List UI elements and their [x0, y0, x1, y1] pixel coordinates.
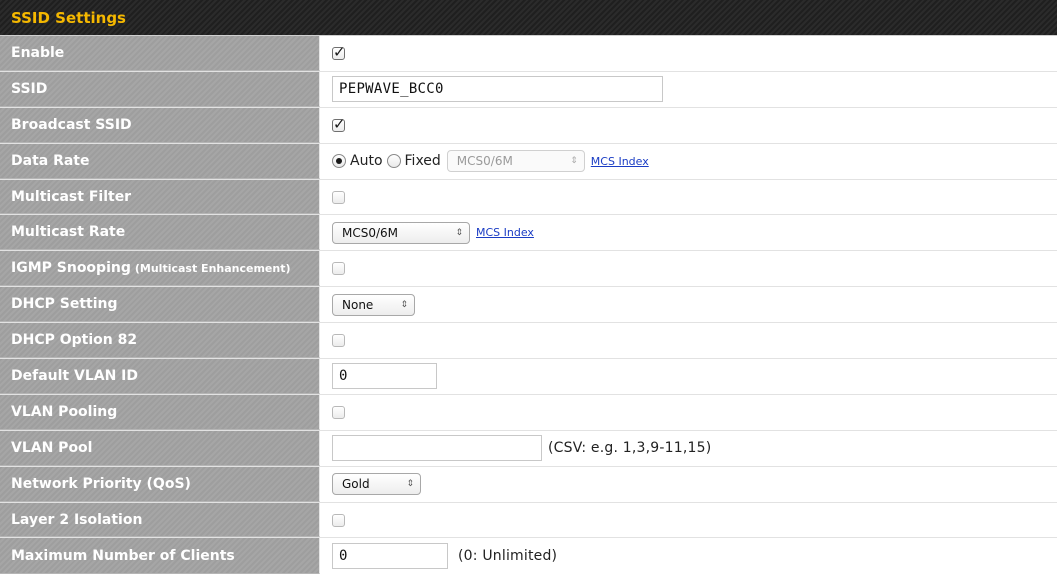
multicast-rate-select-value: MCS0/6M: [342, 225, 399, 240]
data-rate-auto-label[interactable]: Auto: [350, 153, 383, 169]
dhcp-option-82-label: DHCP Option 82: [0, 323, 320, 359]
enable-value: [320, 36, 1057, 71]
row-enable: Enable: [0, 36, 1057, 72]
broadcast-ssid-label: Broadcast SSID: [0, 107, 320, 143]
panel-title: SSID Settings: [0, 0, 1057, 36]
row-igmp-snooping: IGMP Snooping (Multicast Enhancement): [0, 251, 1057, 288]
vlan-pool-hint: (CSV: e.g. 1,3,9-11,15): [548, 440, 712, 457]
igmp-snooping-label-cell: IGMP Snooping (Multicast Enhancement): [0, 251, 320, 287]
row-dhcp-setting: DHCP Setting None ⇕: [0, 287, 1057, 324]
broadcast-ssid-value: [320, 108, 1057, 143]
enable-checkbox[interactable]: [332, 43, 346, 61]
layer2-isolation-value: [320, 503, 1057, 538]
ssid-settings-panel: SSID Settings Enable SSID PEPWAVE_BCC0 B…: [0, 0, 1057, 574]
igmp-snooping-sublabel: (Multicast Enhancement): [134, 261, 291, 275]
row-multicast-rate: Multicast Rate MCS0/6M ⇕ MCS Index: [0, 215, 1057, 252]
igmp-snooping-checkbox[interactable]: [332, 262, 345, 276]
max-clients-input[interactable]: 0: [332, 543, 448, 570]
vlan-pooling-label: VLAN Pooling: [0, 394, 320, 430]
network-priority-select[interactable]: Gold ⇕: [332, 473, 421, 496]
data-rate-fixed-radio[interactable]: [386, 154, 401, 169]
multicast-rate-select[interactable]: MCS0/6M ⇕: [332, 221, 470, 244]
select-arrows-icon: ⇕: [570, 156, 578, 167]
network-priority-value: Gold ⇕: [320, 467, 1057, 502]
data-rate-label: Data Rate: [0, 143, 320, 179]
data-rate-select[interactable]: MCS0/6M ⇕: [446, 150, 585, 173]
network-priority-select-value: Gold: [342, 477, 370, 492]
multicast-filter-label: Multicast Filter: [0, 179, 320, 215]
row-layer2-isolation: Layer 2 Isolation: [0, 502, 1057, 539]
row-dhcp-option-82: DHCP Option 82: [0, 323, 1057, 360]
multicast-rate-label: Multicast Rate: [0, 215, 320, 251]
igmp-snooping-value: [320, 251, 1057, 286]
dhcp-option-82-checkbox[interactable]: [332, 334, 345, 348]
vlan-pool-input[interactable]: [332, 435, 542, 462]
dhcp-setting-label: DHCP Setting: [0, 287, 320, 323]
max-clients-value: 0 (0: Unlimited): [320, 538, 1057, 574]
vlan-pooling-value: [320, 395, 1057, 430]
max-clients-hint: (0: Unlimited): [458, 548, 558, 565]
dhcp-setting-select[interactable]: None ⇕: [332, 293, 415, 316]
data-rate-value: Auto Fixed MCS0/6M ⇕ MCS Index: [320, 144, 1057, 179]
broadcast-ssid-checkbox[interactable]: [332, 115, 346, 133]
network-priority-label: Network Priority (QoS): [0, 466, 320, 502]
select-arrows-icon: ⇕: [406, 479, 414, 490]
data-rate-mcs-index-link[interactable]: MCS Index: [591, 155, 649, 168]
dhcp-option-82-value: [320, 323, 1057, 358]
row-default-vlan-id: Default VLAN ID 0: [0, 359, 1057, 395]
row-broadcast-ssid: Broadcast SSID: [0, 107, 1057, 144]
layer2-isolation-label: Layer 2 Isolation: [0, 502, 320, 538]
row-data-rate: Data Rate Auto Fixed MCS0/6M ⇕ MCS Index: [0, 143, 1057, 180]
row-ssid: SSID PEPWAVE_BCC0: [0, 71, 1057, 108]
vlan-pool-value: (CSV: e.g. 1,3,9-11,15): [320, 431, 1057, 466]
row-multicast-filter: Multicast Filter: [0, 179, 1057, 216]
ssid-label: SSID: [0, 71, 320, 107]
default-vlan-id-input[interactable]: 0: [332, 363, 437, 390]
multicast-rate-value: MCS0/6M ⇕ MCS Index: [320, 215, 1057, 250]
data-rate-fixed-label[interactable]: Fixed: [405, 153, 441, 169]
vlan-pool-label: VLAN Pool: [0, 430, 320, 466]
row-vlan-pooling: VLAN Pooling: [0, 394, 1057, 431]
vlan-pooling-checkbox[interactable]: [332, 405, 345, 419]
enable-label: Enable: [0, 36, 320, 71]
row-network-priority: Network Priority (QoS) Gold ⇕: [0, 466, 1057, 503]
igmp-snooping-label: IGMP Snooping: [11, 260, 131, 277]
dhcp-setting-value: None ⇕: [320, 287, 1057, 322]
row-vlan-pool: VLAN Pool (CSV: e.g. 1,3,9-11,15): [0, 430, 1057, 467]
multicast-filter-value: [320, 180, 1057, 215]
layer2-isolation-checkbox[interactable]: [332, 513, 345, 527]
select-arrows-icon: ⇕: [400, 299, 408, 310]
data-rate-auto-radio[interactable]: [332, 154, 346, 169]
max-clients-label: Maximum Number of Clients: [0, 538, 320, 574]
select-arrows-icon: ⇕: [455, 227, 463, 238]
dhcp-setting-select-value: None: [342, 297, 374, 312]
multicast-filter-checkbox[interactable]: [332, 190, 345, 204]
default-vlan-id-label: Default VLAN ID: [0, 359, 320, 394]
ssid-input[interactable]: PEPWAVE_BCC0: [332, 76, 663, 103]
row-max-clients: Maximum Number of Clients 0 (0: Unlimite…: [0, 538, 1057, 574]
data-rate-select-value: MCS0/6M: [456, 154, 513, 169]
multicast-rate-mcs-index-link[interactable]: MCS Index: [476, 226, 534, 239]
default-vlan-id-value: 0: [320, 359, 1057, 394]
ssid-value: PEPWAVE_BCC0: [320, 72, 1057, 107]
